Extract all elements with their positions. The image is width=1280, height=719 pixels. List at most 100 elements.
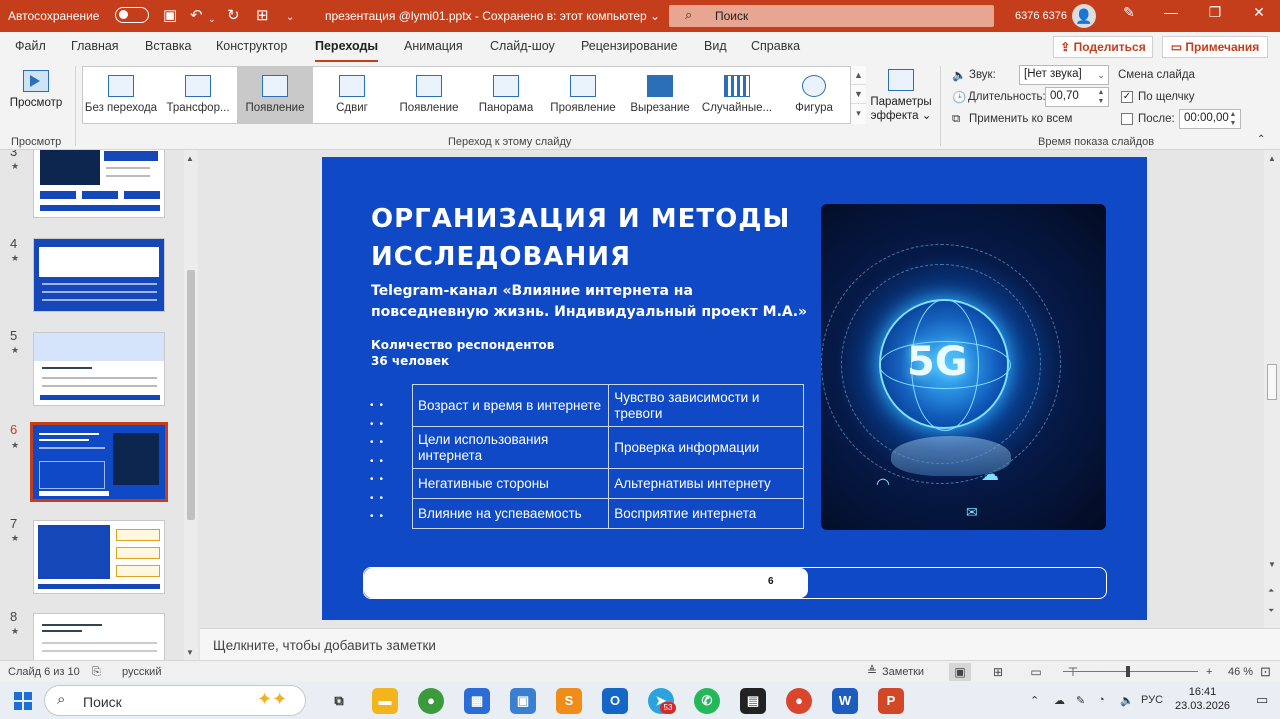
sound-select[interactable]: [Нет звука] ⌄ bbox=[1019, 65, 1109, 85]
transition-none[interactable]: Без перехода bbox=[83, 67, 159, 123]
after-time-input[interactable]: 00:00,00 ▲ ▼ bbox=[1179, 109, 1241, 129]
powerpoint-icon[interactable]: P bbox=[878, 688, 904, 714]
transition-push[interactable]: Сдвиг bbox=[314, 67, 390, 123]
transition-fade[interactable]: Появление bbox=[237, 67, 313, 123]
tab-insert[interactable]: Вставка bbox=[145, 39, 191, 53]
minimize-icon[interactable]: — bbox=[1156, 4, 1186, 20]
table-cell[interactable]: Альтернативы интернету bbox=[608, 468, 804, 499]
restore-icon[interactable]: ❐ bbox=[1200, 4, 1230, 21]
gallery-down-icon[interactable]: ▼ bbox=[851, 85, 866, 104]
tab-view[interactable]: Вид bbox=[704, 39, 727, 53]
tab-help[interactable]: Справка bbox=[751, 39, 800, 53]
pen-tray-icon[interactable]: ✎ bbox=[1076, 694, 1085, 707]
slide-thumbnail-3[interactable] bbox=[33, 150, 165, 218]
language-indicator[interactable]: русский bbox=[122, 666, 161, 678]
windows-start-icon[interactable] bbox=[14, 692, 32, 710]
wifi-icon[interactable]: ◔ bbox=[1098, 694, 1105, 706]
pen-icon[interactable]: ✎ bbox=[1114, 4, 1144, 21]
slide-subtitle[interactable]: Telegram-канал «Влияние интернета на пов… bbox=[371, 281, 811, 323]
slideshow-view-icon[interactable]: ⊤ bbox=[1062, 663, 1084, 681]
collapse-ribbon-icon[interactable]: ⌃ bbox=[1257, 134, 1265, 145]
redo-icon[interactable]: ↻ bbox=[227, 6, 240, 26]
notes-pane[interactable]: Щелкните, чтобы добавить заметки bbox=[200, 628, 1280, 660]
table-cell[interactable]: Возраст и время в интернете bbox=[411, 384, 610, 427]
next-slide-icon[interactable]: ⏷ bbox=[1268, 606, 1274, 616]
remote-desktop-icon[interactable]: ▣ bbox=[510, 688, 536, 714]
scroll-up-icon[interactable]: ▲ bbox=[1268, 154, 1276, 163]
save-icon[interactable]: ▣ bbox=[163, 6, 177, 26]
slide-title[interactable]: ОРГАНИЗАЦИЯ И МЕТОДЫ ИССЛЕДОВАНИЯ bbox=[371, 200, 811, 276]
spinner-icon[interactable]: ▲ ▼ bbox=[1226, 110, 1240, 128]
customize-toolbar-icon[interactable]: ⌄ bbox=[286, 8, 294, 28]
fit-to-window-icon[interactable]: ⊡ bbox=[1260, 664, 1271, 680]
cloud-sync-icon[interactable]: ☁ bbox=[1054, 694, 1065, 707]
table-cell[interactable]: Чувство зависимости и тревоги bbox=[608, 384, 804, 427]
tab-animations[interactable]: Анимация bbox=[404, 39, 463, 53]
scroll-down-icon[interactable]: ▼ bbox=[186, 648, 194, 657]
transition-split[interactable]: Панорама bbox=[468, 67, 544, 123]
word-icon[interactable]: W bbox=[832, 688, 858, 714]
notifications-icon[interactable]: ▭ bbox=[1256, 692, 1268, 708]
search-box[interactable]: ⌕ Поиск bbox=[669, 5, 994, 27]
tab-design[interactable]: Конструктор bbox=[216, 39, 287, 53]
tab-review[interactable]: Рецензирование bbox=[581, 39, 678, 53]
table-cell[interactable]: Негативные стороны bbox=[411, 468, 610, 499]
slide-thumbnail-5[interactable] bbox=[33, 332, 165, 406]
spellcheck-icon[interactable]: ⎘ bbox=[92, 666, 101, 679]
outlook-icon[interactable]: O bbox=[602, 688, 628, 714]
scroll-thumb[interactable] bbox=[1267, 364, 1277, 400]
task-view-icon[interactable]: ⧉ bbox=[326, 688, 352, 714]
document-title[interactable]: презентация @lymi01.pptx - Сохранено в: … bbox=[325, 9, 660, 23]
on-click-checkbox[interactable]: ✓ bbox=[1121, 91, 1133, 103]
user-name[interactable]: 6376 6376 bbox=[1015, 10, 1067, 22]
apply-to-all-button[interactable]: Применить ко всем bbox=[969, 113, 1072, 125]
close-icon[interactable]: ✕ bbox=[1244, 4, 1274, 21]
table-cell[interactable]: Восприятие интернета bbox=[608, 498, 804, 529]
transition-random-bars[interactable]: Случайные... bbox=[699, 67, 775, 123]
tab-slideshow[interactable]: Слайд-шоу bbox=[490, 39, 555, 53]
sublime-icon[interactable]: S bbox=[556, 688, 582, 714]
transition-morph[interactable]: Трансфор... bbox=[160, 67, 236, 123]
thumbnail-scrollbar[interactable]: ▲ ▼ bbox=[184, 150, 198, 660]
taskbar-search[interactable]: ⌕ Поиск ✦✦ bbox=[44, 685, 306, 716]
comments-button[interactable]: ▭ Примечания bbox=[1162, 36, 1268, 58]
gallery-up-icon[interactable]: ▲ bbox=[851, 66, 866, 85]
avatar-icon[interactable]: 👤 bbox=[1072, 4, 1096, 28]
5g-network-image[interactable]: 5G ☁ ✉ ◠ bbox=[821, 204, 1106, 530]
file-explorer-icon[interactable]: ▬ bbox=[372, 688, 398, 714]
slide-thumbnail-7[interactable] bbox=[33, 520, 165, 594]
undo-icon[interactable]: ↶ bbox=[190, 6, 203, 26]
table-cell[interactable]: Проверка информации bbox=[608, 426, 804, 469]
research-topics-table[interactable]: Возраст и время в интернете Чувство зави… bbox=[411, 384, 804, 529]
present-icon[interactable]: ⊞ bbox=[256, 6, 269, 26]
table-cell[interactable]: Цели использования интернета bbox=[411, 426, 610, 469]
share-button[interactable]: ⇪ Поделиться bbox=[1053, 36, 1153, 58]
transition-reveal[interactable]: Проявление bbox=[545, 67, 621, 123]
autosave-toggle[interactable] bbox=[115, 7, 149, 23]
gallery-scroll[interactable]: ▲ ▼ ▾ bbox=[850, 66, 866, 124]
system-clock[interactable]: 16:41 23.03.2026 bbox=[1175, 685, 1230, 713]
spinner-icon[interactable]: ▲ ▼ bbox=[1094, 88, 1108, 106]
transition-wipe[interactable]: Появление bbox=[391, 67, 467, 123]
slide-thumbnail-8[interactable] bbox=[33, 613, 165, 660]
scroll-thumb[interactable] bbox=[187, 270, 195, 520]
duration-input[interactable]: 00,70 ▲ ▼ bbox=[1045, 87, 1109, 107]
zoom-slider[interactable] bbox=[1063, 671, 1198, 672]
chrome-icon[interactable]: ● bbox=[418, 688, 444, 714]
zoom-slider-handle[interactable] bbox=[1126, 666, 1130, 677]
notion-icon[interactable]: ▤ bbox=[740, 688, 766, 714]
input-language[interactable]: РУС bbox=[1141, 694, 1163, 706]
chrome-profile-icon[interactable]: ● bbox=[786, 688, 812, 714]
zoom-out-icon[interactable]: − bbox=[1096, 666, 1102, 678]
current-slide[interactable]: ОРГАНИЗАЦИЯ И МЕТОДЫ ИССЛЕДОВАНИЯ Telegr… bbox=[322, 157, 1147, 620]
reading-view-icon[interactable]: ▭ bbox=[1025, 663, 1047, 681]
notes-toggle-button[interactable]: Заметки bbox=[882, 666, 924, 678]
tab-transitions[interactable]: Переходы bbox=[315, 39, 379, 63]
effect-options-button[interactable]: Параметры эффекта ⌄ bbox=[868, 66, 934, 130]
normal-view-icon[interactable]: ▣ bbox=[949, 663, 971, 681]
undo-dropdown-icon[interactable]: ⌄ bbox=[208, 9, 216, 29]
slide-thumbnail-4[interactable] bbox=[33, 238, 165, 312]
volume-icon[interactable]: 🔈 bbox=[1120, 694, 1134, 707]
show-hidden-icons[interactable]: ⌃ bbox=[1030, 694, 1039, 707]
store-icon[interactable]: ▦ bbox=[464, 688, 490, 714]
